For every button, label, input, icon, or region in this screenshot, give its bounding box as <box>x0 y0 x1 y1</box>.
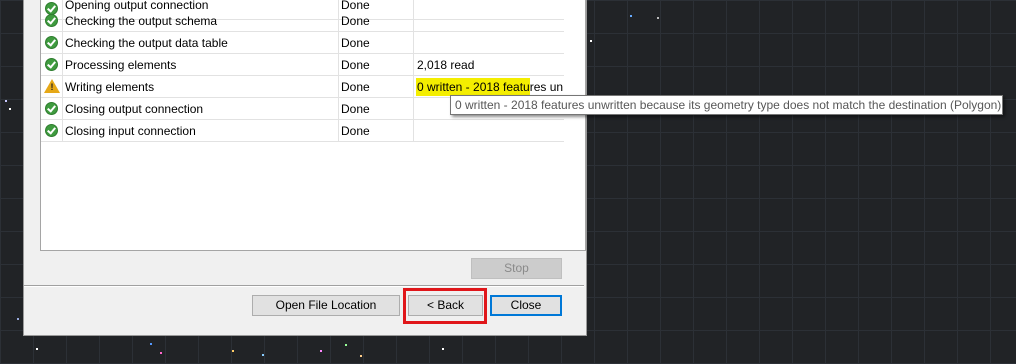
open-file-location-button[interactable]: Open File Location <box>252 295 400 316</box>
check-icon <box>45 124 58 137</box>
drawing-fragment <box>630 15 632 17</box>
step-name: Checking the output schema <box>63 10 339 32</box>
step-detail <box>414 10 564 32</box>
drawing-fragment <box>320 350 322 352</box>
step-status: Done <box>339 76 414 98</box>
step-detail <box>414 120 564 142</box>
separator <box>24 285 584 287</box>
warning-detail-text: 0 written - 2018 features un... <box>417 80 564 94</box>
drawing-fragment <box>36 348 38 350</box>
drawing-fragment <box>17 318 19 320</box>
warning-icon: ! <box>44 79 60 93</box>
list-item[interactable]: Processing elements Done 2,018 read <box>41 54 564 76</box>
step-detail <box>414 32 564 54</box>
step-status: Done <box>339 54 414 76</box>
close-button[interactable]: Close <box>490 295 562 316</box>
step-name: Checking the output data table <box>63 32 339 54</box>
list-item[interactable]: Checking the output data table Done <box>41 32 564 54</box>
step-name: Writing elements <box>63 76 339 98</box>
step-detail: 2,018 read <box>414 54 564 76</box>
check-icon <box>45 102 58 115</box>
drawing-fragment <box>5 100 7 102</box>
drawing-fragment <box>150 343 152 345</box>
step-name: Closing input connection <box>63 120 339 142</box>
step-name: Closing output connection <box>63 98 339 120</box>
list-item[interactable]: Checking the output schema Done <box>41 10 564 32</box>
drawing-fragment <box>232 350 234 352</box>
check-icon <box>45 58 58 71</box>
annotation-highlight-box <box>403 288 487 324</box>
drawing-fragment <box>360 355 362 357</box>
step-status: Done <box>339 10 414 32</box>
step-status: Done <box>339 120 414 142</box>
drawing-fragment <box>160 352 162 354</box>
check-icon <box>45 36 58 49</box>
drawing-fragment <box>657 17 659 19</box>
stop-button[interactable]: Stop <box>471 258 562 279</box>
drawing-fragment <box>9 108 11 110</box>
drawing-fragment <box>262 354 264 356</box>
drawing-fragment <box>590 40 592 42</box>
translation-progress-dialog: Opening output connection Done Checking … <box>23 0 587 336</box>
list-item[interactable]: Closing input connection Done <box>41 120 564 142</box>
step-name: Processing elements <box>63 54 339 76</box>
progress-list[interactable]: Opening output connection Done Checking … <box>40 0 586 251</box>
drawing-fragment <box>442 348 444 350</box>
tooltip: 0 written - 2018 features unwritten beca… <box>450 95 1003 115</box>
step-status: Done <box>339 32 414 54</box>
check-icon <box>45 14 58 27</box>
step-status: Done <box>339 98 414 120</box>
drawing-fragment <box>345 344 347 346</box>
